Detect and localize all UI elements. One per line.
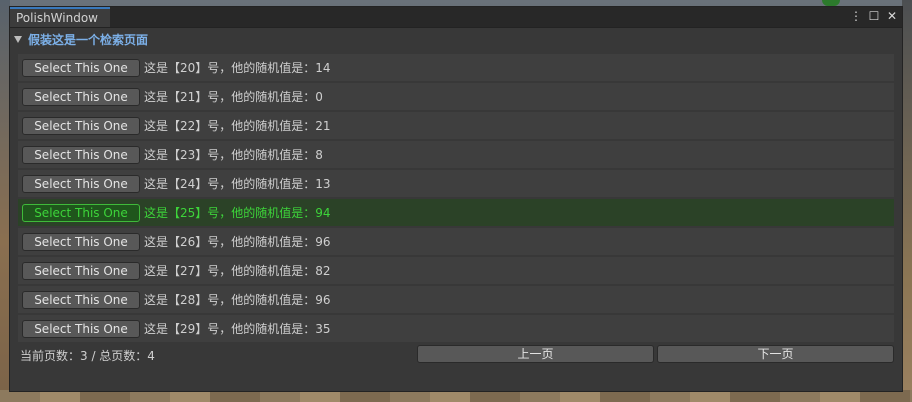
tab-bar: PolishWindow ⋮ ☐ ✕ bbox=[10, 7, 902, 28]
tab-polish-window[interactable]: PolishWindow bbox=[10, 7, 110, 27]
list-item: Select This One 这是【29】号，他的随机值是：35 bbox=[18, 315, 894, 342]
select-this-one-button[interactable]: Select This One bbox=[22, 58, 140, 77]
select-this-one-button[interactable]: Select This One bbox=[22, 261, 140, 280]
kebab-menu-icon[interactable]: ⋮ bbox=[850, 9, 862, 23]
prev-page-button[interactable]: 上一页 bbox=[417, 345, 654, 363]
item-description: 这是【29】号，他的随机值是：35 bbox=[144, 322, 331, 336]
select-this-one-button[interactable]: Select This One bbox=[22, 174, 140, 193]
list-item: Select This One 这是【20】号，他的随机值是：14 bbox=[18, 54, 894, 81]
item-description: 这是【23】号，他的随机值是：8 bbox=[144, 148, 323, 162]
list-item: Select This One 这是【26】号，他的随机值是：96 bbox=[18, 228, 894, 255]
item-description: 这是【24】号，他的随机值是：13 bbox=[144, 177, 331, 191]
list-item: Select This One 这是【23】号，他的随机值是：8 bbox=[18, 141, 894, 168]
pager: 当前页数：3 / 总页数：4 上一页 下一页 bbox=[18, 345, 894, 365]
page-info: 当前页数：3 / 总页数：4 bbox=[20, 349, 155, 363]
item-description: 这是【27】号，他的随机值是：82 bbox=[144, 264, 331, 278]
select-this-one-button[interactable]: Select This One bbox=[22, 87, 140, 106]
select-this-one-button[interactable]: Select This One bbox=[22, 145, 140, 164]
select-this-one-button[interactable]: Select This One bbox=[22, 319, 140, 338]
list-item: Select This One 这是【21】号，他的随机值是：0 bbox=[18, 83, 894, 110]
item-description: 这是【25】号，他的随机值是：94 bbox=[144, 206, 331, 220]
close-icon[interactable]: ✕ bbox=[886, 9, 898, 23]
list-item: Select This One 这是【22】号，他的随机值是：21 bbox=[18, 112, 894, 139]
list-item: Select This One 这是【28】号，他的随机值是：96 bbox=[18, 286, 894, 313]
item-description: 这是【28】号，他的随机值是：96 bbox=[144, 293, 331, 307]
polish-window: PolishWindow ⋮ ☐ ✕ 假装这是一个检索页面 Select Thi… bbox=[9, 6, 903, 392]
select-this-one-button[interactable]: Select This One bbox=[22, 232, 140, 251]
list-item: Select This One 这是【24】号，他的随机值是：13 bbox=[18, 170, 894, 197]
tab-controls: ⋮ ☐ ✕ bbox=[850, 9, 898, 25]
foldout-label[interactable]: 假装这是一个检索页面 bbox=[28, 31, 148, 48]
foldout-arrow-icon[interactable] bbox=[14, 35, 22, 43]
search-foldout[interactable]: 假装这是一个检索页面 bbox=[14, 30, 148, 48]
item-description: 这是【26】号，他的随机值是：96 bbox=[144, 235, 331, 249]
item-description: 这是【21】号，他的随机值是：0 bbox=[144, 90, 323, 104]
result-list: Select This One 这是【20】号，他的随机值是：14 Select T… bbox=[18, 54, 894, 344]
list-item: Select This One 这是【25】号，他的随机值是：94 bbox=[18, 199, 894, 226]
item-description: 这是【22】号，他的随机值是：21 bbox=[144, 119, 331, 133]
select-this-one-button[interactable]: Select This One bbox=[22, 290, 140, 309]
select-this-one-button[interactable]: Select This One bbox=[22, 116, 140, 135]
scene-right-edge bbox=[902, 0, 912, 402]
list-item: Select This One 这是【27】号，他的随机值是：82 bbox=[18, 257, 894, 284]
select-this-one-button[interactable]: Select This One bbox=[22, 203, 140, 222]
item-description: 这是【20】号，他的随机值是：14 bbox=[144, 61, 331, 75]
maximize-icon[interactable]: ☐ bbox=[868, 9, 880, 23]
next-page-button[interactable]: 下一页 bbox=[657, 345, 894, 363]
